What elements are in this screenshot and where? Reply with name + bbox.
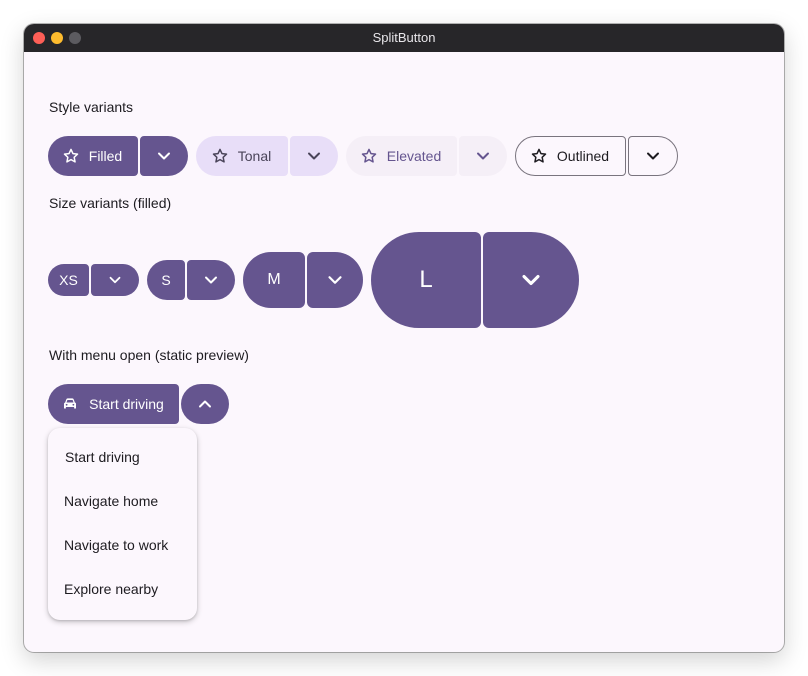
filled-label: Filled: [88, 148, 123, 164]
chevron-down-icon: [106, 271, 124, 289]
star-outline-icon: [530, 147, 548, 165]
title-bar: SplitButton: [24, 24, 784, 52]
xs-leading-button[interactable]: XS: [48, 264, 89, 296]
menu-preview-heading: With menu open (static preview): [49, 347, 249, 363]
s-leading-button[interactable]: S: [147, 260, 185, 300]
start-driving-leading-button[interactable]: Start driving: [48, 384, 179, 424]
elevated-label: Elevated: [386, 148, 442, 164]
s-trailing-button[interactable]: [187, 260, 235, 300]
chevron-up-icon: [195, 394, 215, 414]
style-variants-heading: Style variants: [49, 99, 134, 115]
outlined-trailing-button[interactable]: [628, 136, 678, 176]
m-split-button: M: [243, 252, 363, 308]
l-split-button: L: [371, 232, 579, 328]
xs-split-button: XS: [48, 264, 139, 296]
m-trailing-button[interactable]: [307, 252, 363, 308]
l-label: L: [419, 266, 433, 293]
chevron-down-icon: [324, 269, 346, 291]
outlined-split-button: Outlined: [515, 136, 678, 176]
l-leading-button[interactable]: L: [371, 232, 481, 328]
outlined-label: Outlined: [556, 148, 610, 164]
dropdown-menu: Start driving Navigate home Navigate to …: [48, 428, 197, 620]
star-outline-icon: [360, 147, 378, 165]
chevron-down-icon: [201, 270, 221, 290]
main-content: Style variants Filled Tonal Elevated Out…: [24, 52, 784, 652]
m-leading-button[interactable]: M: [243, 252, 305, 308]
menu-item-explore-nearby[interactable]: Explore nearby: [48, 567, 197, 611]
car-icon: [61, 395, 79, 413]
elevated-split-button: Elevated: [346, 136, 507, 176]
filled-split-button: Filled: [48, 136, 188, 176]
window-title: SplitButton: [372, 30, 436, 45]
chevron-down-icon: [304, 146, 324, 166]
l-trailing-button[interactable]: [483, 232, 579, 328]
s-split-button: S: [147, 260, 235, 300]
start-driving-split-button: Start driving: [48, 384, 229, 424]
tonal-leading-button[interactable]: Tonal: [196, 136, 288, 176]
start-driving-menu-toggle[interactable]: [181, 384, 229, 424]
chevron-down-icon: [517, 266, 545, 294]
filled-leading-button[interactable]: Filled: [48, 136, 138, 176]
menu-item-start-driving[interactable]: Start driving: [48, 435, 197, 479]
star-outline-icon: [62, 147, 80, 165]
m-label: M: [267, 271, 281, 288]
tonal-split-button: Tonal: [196, 136, 338, 176]
menu-item-navigate-to-work[interactable]: Navigate to work: [48, 523, 197, 567]
app-window: SplitButton Style variants Filled Tonal …: [24, 24, 784, 652]
tonal-label: Tonal: [237, 148, 272, 164]
size-variants-heading: Size variants (filled): [49, 195, 172, 211]
start-driving-label: Start driving: [89, 396, 164, 412]
outlined-leading-button[interactable]: Outlined: [515, 136, 626, 176]
chevron-down-icon: [154, 146, 174, 166]
xs-trailing-button[interactable]: [91, 264, 139, 296]
chevron-down-icon: [473, 146, 493, 166]
menu-item-navigate-home[interactable]: Navigate home: [48, 479, 197, 523]
tonal-trailing-button[interactable]: [290, 136, 338, 176]
elevated-leading-button[interactable]: Elevated: [346, 136, 457, 176]
s-label: S: [161, 272, 171, 288]
chevron-down-icon: [643, 146, 663, 166]
star-outline-icon: [211, 147, 229, 165]
elevated-trailing-button[interactable]: [459, 136, 507, 176]
filled-trailing-button[interactable]: [140, 136, 188, 176]
xs-label: XS: [59, 272, 78, 288]
